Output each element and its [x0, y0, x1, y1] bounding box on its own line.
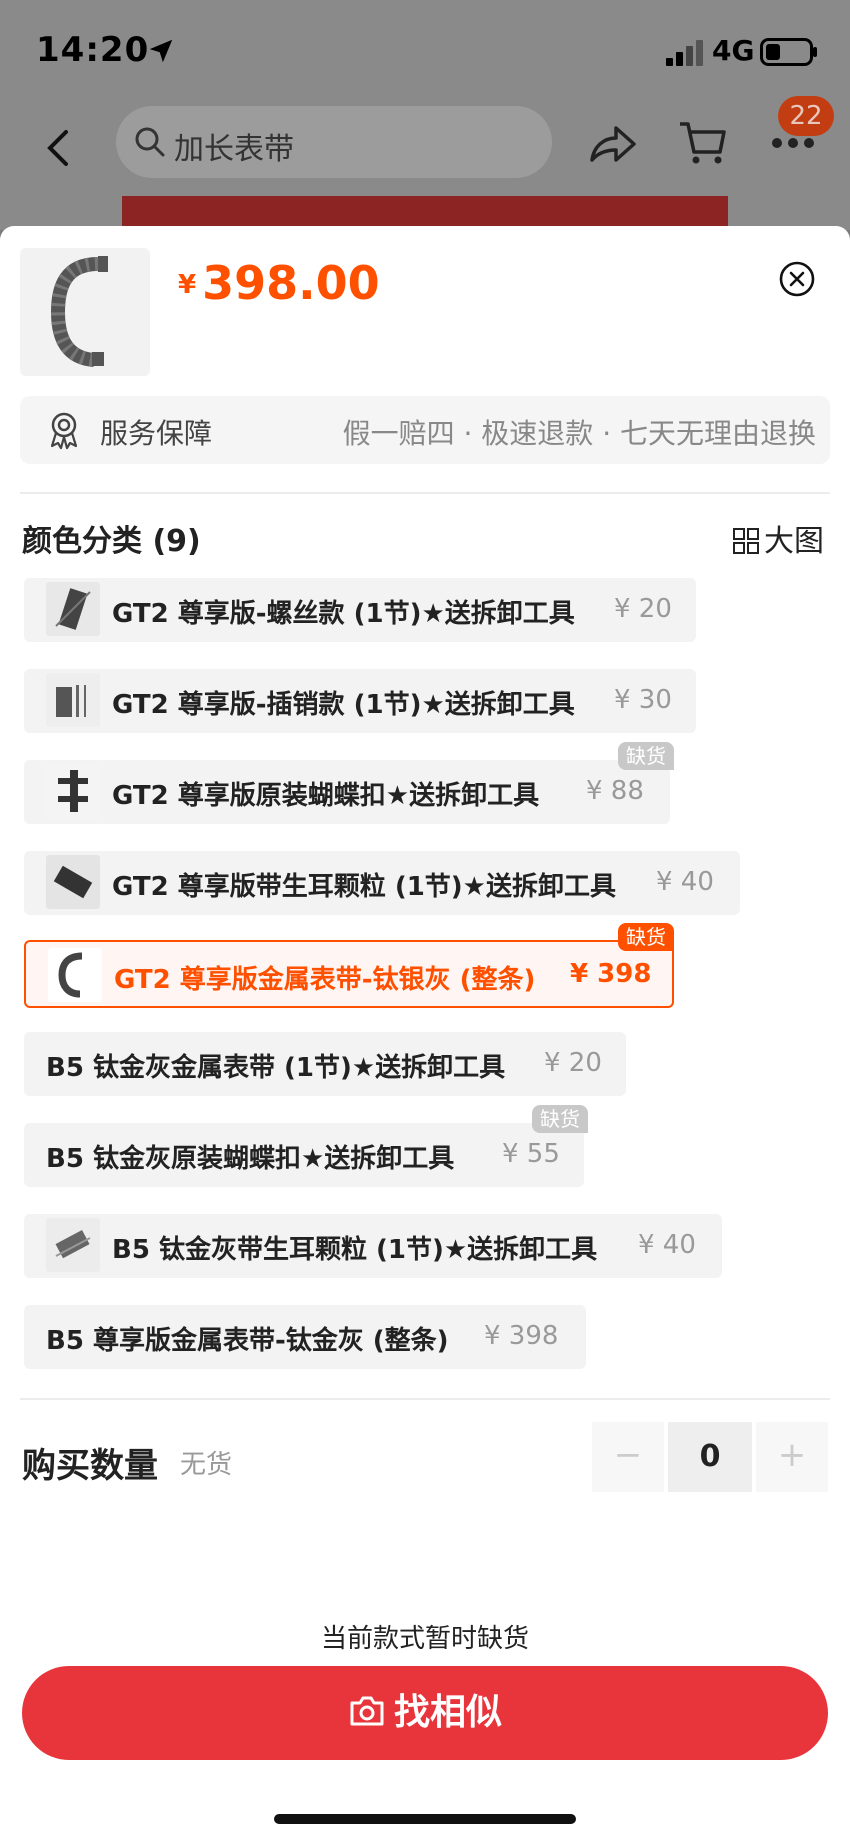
- option-price: ¥ 20: [544, 1048, 602, 1078]
- color-section-title: 颜色分类 (9): [22, 524, 201, 559]
- location-arrow-icon: [149, 39, 173, 63]
- sku-option[interactable]: GT2 尊享版-插销款 (1节)★送拆卸工具 ¥ 30: [24, 669, 696, 733]
- search-bar[interactable]: 加长表带: [116, 106, 552, 178]
- big-image-toggle[interactable]: 大图: [732, 516, 824, 560]
- sku-option-selected[interactable]: GT2 尊享版金属表带-钛银灰 (整条) ¥ 398: [24, 940, 674, 1008]
- status-bar: 14:20 4G: [0, 0, 850, 100]
- decrease-button[interactable]: −: [592, 1422, 664, 1492]
- cart-icon[interactable]: [678, 118, 728, 168]
- badge-ribbon-icon: [50, 412, 78, 450]
- increase-button[interactable]: +: [756, 1422, 828, 1492]
- background-page: 14:20 4G 加长表带 22: [0, 0, 850, 230]
- signal-icon: [666, 40, 703, 66]
- out-of-stock-tag: 缺货: [618, 923, 674, 951]
- network-type: 4G: [712, 34, 755, 67]
- option-price: ¥ 20: [614, 594, 672, 624]
- option-thumbnail: [46, 673, 100, 727]
- product-price: ¥398.00: [178, 256, 380, 310]
- option-price: ¥ 88: [586, 776, 644, 806]
- sku-option[interactable]: GT2 尊享版带生耳颗粒 (1节)★送拆卸工具 ¥ 40: [24, 851, 740, 915]
- stock-note: 当前款式暂时缺货: [320, 1624, 529, 1654]
- sku-option[interactable]: B5 尊享版金属表带-钛金灰 (整条) ¥ 398: [24, 1305, 586, 1369]
- home-indicator: [274, 1814, 576, 1824]
- product-thumbnail[interactable]: [20, 248, 150, 376]
- service-title: 服务保障: [100, 417, 213, 450]
- option-label: B5 钛金灰金属表带 (1节)★送拆卸工具: [46, 1053, 506, 1083]
- sku-option[interactable]: B5 钛金灰金属表带 (1节)★送拆卸工具 ¥ 20: [24, 1032, 626, 1096]
- option-thumbnail: [48, 948, 102, 1002]
- option-label: B5 钛金灰原装蝴蝶扣★送拆卸工具: [46, 1144, 455, 1174]
- quantity-stepper: − 0 +: [592, 1422, 828, 1492]
- banner-image: [122, 196, 728, 230]
- option-label: B5 钛金灰带生耳颗粒 (1节)★送拆卸工具: [112, 1235, 598, 1265]
- back-arrow-icon[interactable]: [38, 124, 78, 172]
- big-image-label: 大图: [764, 524, 824, 559]
- cart-count-badge: 22: [778, 96, 834, 136]
- price-value: 398.00: [202, 256, 380, 310]
- find-similar-button[interactable]: 找相似: [22, 1666, 828, 1760]
- find-similar-label: 找相似: [393, 1692, 502, 1733]
- option-price: ¥ 40: [638, 1230, 696, 1260]
- option-thumbnail: [46, 582, 100, 636]
- option-label: GT2 尊享版原装蝴蝶扣★送拆卸工具: [112, 781, 540, 811]
- option-price: ¥ 40: [656, 867, 714, 897]
- quantity-value[interactable]: 0: [668, 1422, 752, 1492]
- option-label: GT2 尊享版-插销款 (1节)★送拆卸工具: [112, 690, 575, 720]
- sku-sheet: ¥398.00 服务保障 假一赔四 · 极速退款 · 七天无理由退换 颜色分类 …: [0, 226, 850, 1841]
- sku-option[interactable]: GT2 尊享版-螺丝款 (1节)★送拆卸工具 ¥ 20: [24, 578, 696, 642]
- price-currency: ¥: [178, 270, 197, 300]
- camera-icon: [350, 1696, 384, 1726]
- watch-band-image: [50, 256, 108, 367]
- option-price: ¥ 55: [502, 1139, 560, 1169]
- option-thumbnail: [46, 855, 100, 909]
- more-icon[interactable]: [770, 136, 816, 150]
- option-thumbnail: [46, 764, 100, 818]
- option-label: B5 尊享版金属表带-钛金灰 (整条): [46, 1326, 449, 1356]
- out-of-stock-tag: 缺货: [532, 1105, 588, 1133]
- share-icon[interactable]: [586, 120, 638, 170]
- grid-icon: [733, 528, 759, 554]
- option-price: ¥ 398: [570, 959, 652, 989]
- out-of-stock-tag: 缺货: [618, 742, 674, 770]
- status-time: 14:20: [36, 30, 150, 70]
- service-detail: 假一赔四 · 极速退款 · 七天无理由退换: [342, 417, 816, 450]
- search-input-text: 加长表带: [174, 132, 294, 167]
- battery-icon: [760, 38, 817, 66]
- option-price: ¥ 398: [484, 1321, 559, 1351]
- close-icon[interactable]: [778, 260, 816, 298]
- divider: [20, 1398, 830, 1400]
- sku-option[interactable]: B5 钛金灰原装蝴蝶扣★送拆卸工具 ¥ 55: [24, 1123, 584, 1187]
- option-label: GT2 尊享版-螺丝款 (1节)★送拆卸工具: [112, 599, 575, 629]
- sku-option[interactable]: B5 钛金灰带生耳颗粒 (1节)★送拆卸工具 ¥ 40: [24, 1214, 722, 1278]
- quantity-status: 无货: [180, 1450, 233, 1480]
- service-guarantee[interactable]: 服务保障 假一赔四 · 极速退款 · 七天无理由退换: [20, 396, 830, 464]
- option-label: GT2 尊享版带生耳颗粒 (1节)★送拆卸工具: [112, 872, 616, 902]
- sku-option[interactable]: GT2 尊享版原装蝴蝶扣★送拆卸工具 ¥ 88: [24, 760, 670, 824]
- quantity-title: 购买数量: [22, 1446, 158, 1486]
- nav-bar: 加长表带 22: [0, 96, 850, 200]
- divider: [20, 492, 830, 494]
- option-price: ¥ 30: [614, 685, 672, 715]
- option-label: GT2 尊享版金属表带-钛银灰 (整条): [114, 965, 536, 995]
- search-icon: [135, 127, 165, 157]
- option-thumbnail: [46, 1218, 100, 1272]
